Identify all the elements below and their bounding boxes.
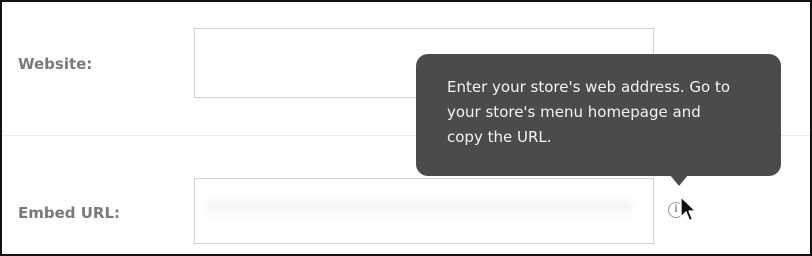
- help-tooltip: Enter your store's web address. Go to yo…: [416, 54, 781, 176]
- tooltip-line: copy the URL.: [447, 128, 552, 146]
- embed-url-label: Embed URL:: [18, 204, 121, 222]
- website-label: Website:: [18, 55, 93, 73]
- tooltip-line: your store's menu homepage and: [447, 103, 701, 121]
- tooltip-line: Enter your store's web address. Go to: [447, 78, 731, 96]
- form-panel: Website: Embed URL: Enter your store's w…: [0, 0, 812, 256]
- tooltip-arrow: [670, 175, 688, 186]
- embed-url-input[interactable]: [194, 178, 654, 244]
- mouse-cursor-icon: [680, 196, 697, 222]
